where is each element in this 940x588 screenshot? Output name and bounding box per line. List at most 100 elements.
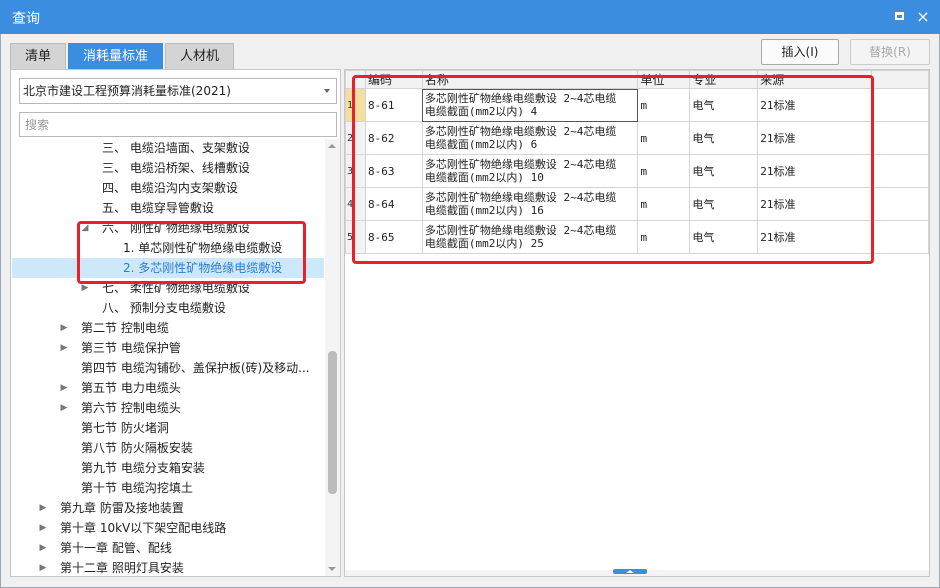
grid-code-cell[interactable]: 8-62: [364, 121, 423, 155]
tree-node[interactable]: ▶ 第十一章 配管、配线: [12, 538, 324, 558]
tree-collapsed-icon[interactable]: ▶: [38, 518, 48, 538]
grid-filler-cell: [871, 154, 929, 188]
tree-expanded-icon[interactable]: ◢: [80, 218, 90, 238]
scroll-down-icon[interactable]: [328, 567, 336, 571]
grid-unit-cell[interactable]: m: [637, 187, 691, 221]
grid-unit-cell[interactable]: m: [637, 121, 691, 155]
tree-node-label: 六、 刚性矿物绝缘电缆敷设: [102, 221, 250, 235]
tree-node[interactable]: ▶ 第九章 防雷及接地装置: [12, 498, 324, 518]
table-row[interactable]: 2 8-62 多芯刚性矿物绝缘电缆敷设 2~4芯电缆 电缆截面(mm2以内) 6m电…: [345, 121, 929, 155]
tree-node[interactable]: ▶ 第三节 电缆保护管: [12, 338, 324, 358]
grid-source-cell[interactable]: 21标准: [757, 88, 873, 122]
grid-rownum-cell[interactable]: 3: [345, 154, 366, 188]
tree-node[interactable]: 三、 电缆沿桥架、线槽敷设: [12, 158, 324, 178]
tree-node[interactable]: 第九节 电缆分支箱安装: [12, 458, 324, 478]
grid-header-source[interactable]: 来源: [757, 70, 873, 89]
search-input[interactable]: [19, 112, 337, 137]
grid-source-cell[interactable]: 21标准: [757, 154, 873, 188]
grid-name-cell[interactable]: 多芯刚性矿物绝缘电缆敷设 2~4芯电缆 电缆截面(mm2以内) 6: [421, 121, 639, 155]
grid-major-cell[interactable]: 电气: [689, 187, 759, 221]
grid-rownum-cell[interactable]: 2: [345, 121, 366, 155]
tree-node[interactable]: 五、 电缆穿导管敷设: [12, 198, 324, 218]
grid-rownum-cell[interactable]: 1: [345, 88, 366, 122]
scrollbar-thumb[interactable]: [328, 351, 337, 494]
chevron-down-icon[interactable]: [324, 89, 330, 93]
tree-collapsed-icon[interactable]: ▶: [59, 378, 69, 398]
tree-node[interactable]: 第七节 防火堵洞: [12, 418, 324, 438]
table-row[interactable]: 4 8-64 多芯刚性矿物绝缘电缆敷设 2~4芯电缆 电缆截面(mm2以内) 16 m…: [345, 187, 929, 221]
close-icon[interactable]: ×: [912, 6, 934, 28]
tree-node[interactable]: ◢ 六、 刚性矿物绝缘电缆敷设: [12, 218, 324, 238]
window-title: 查询: [12, 11, 40, 27]
grid-source-cell[interactable]: 21标准: [757, 220, 873, 254]
tree-collapsed-icon[interactable]: ▶: [80, 278, 90, 298]
tree-node[interactable]: ▶ 七、 柔性矿物绝缘电缆敷设: [12, 278, 324, 298]
tree-node[interactable]: 八、 预制分支电缆敷设: [12, 298, 324, 318]
grid-code-cell[interactable]: 8-65: [364, 220, 423, 254]
replace-button[interactable]: 替换(R): [850, 39, 930, 65]
tree-node[interactable]: 第四节 电缆沟铺砂、盖保护板(砖)及移动...: [12, 358, 324, 378]
maximize-icon[interactable]: [888, 6, 910, 28]
scroll-up-icon[interactable]: [328, 144, 336, 148]
grid-header-unit[interactable]: 单位: [637, 70, 691, 89]
table-row[interactable]: 3 8-63 多芯刚性矿物绝缘电缆敷设 2~4芯电缆 电缆截面(mm2以内) 10 m…: [345, 154, 929, 188]
insert-button[interactable]: 插入(I): [761, 39, 839, 65]
tree-node[interactable]: 三、 电缆沿墙面、支架敷设: [12, 139, 324, 158]
grid-header-major[interactable]: 专业: [689, 70, 759, 89]
standard-select[interactable]: 北京市建设工程预算消耗量标准(2021): [19, 78, 337, 104]
grid-unit-cell[interactable]: m: [637, 220, 691, 254]
tree-scrollbar[interactable]: [325, 139, 340, 576]
tree-node-label: 第十章 10kV以下架空配电线路: [60, 521, 227, 535]
tree-node[interactable]: 四、 电缆沿沟内支架敷设: [12, 178, 324, 198]
grid-name-cell[interactable]: 多芯刚性矿物绝缘电缆敷设 2~4芯电缆 电缆截面(mm2以内) 10: [421, 154, 639, 188]
tab-labor-material-machine[interactable]: 人材机: [165, 43, 235, 69]
table-row[interactable]: 5 8-65 多芯刚性矿物绝缘电缆敷设 2~4芯电缆 电缆截面(mm2以内) 25 m…: [345, 220, 929, 254]
grid-name-cell[interactable]: 多芯刚性矿物绝缘电缆敷设 2~4芯电缆 电缆截面(mm2以内) 16: [421, 187, 639, 221]
tree-collapsed-icon[interactable]: ▶: [59, 338, 69, 358]
tree-node[interactable]: ▶ 第十二章 照明灯具安装: [12, 558, 324, 576]
panel-splitter-handle[interactable]: [613, 569, 647, 574]
grid-code-cell[interactable]: 8-63: [364, 154, 423, 188]
tree-node[interactable]: ▶ 第五节 电力电缆头: [12, 378, 324, 398]
grid-major-cell[interactable]: 电气: [689, 88, 759, 122]
grid-source-cell[interactable]: 21标准: [757, 121, 873, 155]
table-row[interactable]: 1 8-61 多芯刚性矿物绝缘电缆敷设 2~4芯电缆 电缆截面(mm2以内) 4m电…: [345, 88, 929, 122]
tree-node[interactable]: 2. 多芯刚性矿物绝缘电缆敷设: [12, 258, 324, 278]
grid-filler-cell: [871, 121, 929, 155]
grid-header-code[interactable]: 编码: [364, 70, 423, 89]
tab-list[interactable]: 清单: [10, 43, 67, 69]
grid-major-cell[interactable]: 电气: [689, 121, 759, 155]
tree-node[interactable]: 第十节 电缆沟挖填土: [12, 478, 324, 498]
tree-collapsed-icon[interactable]: ▶: [59, 318, 69, 338]
tree-node-label: 第四节 电缆沟铺砂、盖保护板(砖)及移动...: [81, 361, 310, 375]
tree-node[interactable]: ▶ 第六节 控制电缆头: [12, 398, 324, 418]
grid-rownum-cell[interactable]: 5: [345, 220, 366, 254]
tree-node-label: 八、 预制分支电缆敷设: [102, 301, 226, 315]
tree-collapsed-icon[interactable]: ▶: [59, 398, 69, 418]
tree-node[interactable]: ▶ 第二节 控制电缆: [12, 318, 324, 338]
tree-collapsed-icon[interactable]: ▶: [38, 538, 48, 558]
grid-major-cell[interactable]: 电气: [689, 154, 759, 188]
tree-node[interactable]: 1. 单芯刚性矿物绝缘电缆敷设: [12, 238, 324, 258]
grid-source-cell[interactable]: 21标准: [757, 187, 873, 221]
tree-node-label: 四、 电缆沿沟内支架敷设: [102, 181, 238, 195]
tree-collapsed-icon[interactable]: ▶: [38, 498, 48, 518]
grid-name-cell[interactable]: 多芯刚性矿物绝缘电缆敷设 2~4芯电缆 电缆截面(mm2以内) 25: [421, 220, 639, 254]
grid-rownum-cell[interactable]: 4: [345, 187, 366, 221]
tree-node-label: 1. 单芯刚性矿物绝缘电缆敷设: [123, 241, 283, 255]
tab-consumption-standard[interactable]: 消耗量标准: [68, 43, 164, 69]
grid-header-name[interactable]: 名称: [421, 70, 639, 89]
tree-node[interactable]: 第八节 防火隔板安装: [12, 438, 324, 458]
tree-node[interactable]: ▶ 第十章 10kV以下架空配电线路: [12, 518, 324, 538]
grid-name-cell[interactable]: 多芯刚性矿物绝缘电缆敷设 2~4芯电缆 电缆截面(mm2以内) 4: [421, 88, 639, 122]
grid-major-cell[interactable]: 电气: [689, 220, 759, 254]
tree-collapsed-icon[interactable]: ▶: [38, 558, 48, 576]
tree-node-label: 三、 电缆沿桥架、线槽敷设: [102, 161, 250, 175]
tree-node-label: 第七节 防火堵洞: [81, 421, 169, 435]
grid-code-cell[interactable]: 8-61: [364, 88, 423, 122]
grid-unit-cell[interactable]: m: [637, 154, 691, 188]
grid-unit-cell[interactable]: m: [637, 88, 691, 122]
results-grid-wrapper: 编码 名称 单位 专业 来源 1 8-61 多芯刚性矿物绝缘电缆敷设 2~4芯电缆 …: [345, 70, 929, 570]
grid-code-cell[interactable]: 8-64: [364, 187, 423, 221]
results-panel: 编码 名称 单位 专业 来源 1 8-61 多芯刚性矿物绝缘电缆敷设 2~4芯电缆 …: [344, 69, 930, 577]
